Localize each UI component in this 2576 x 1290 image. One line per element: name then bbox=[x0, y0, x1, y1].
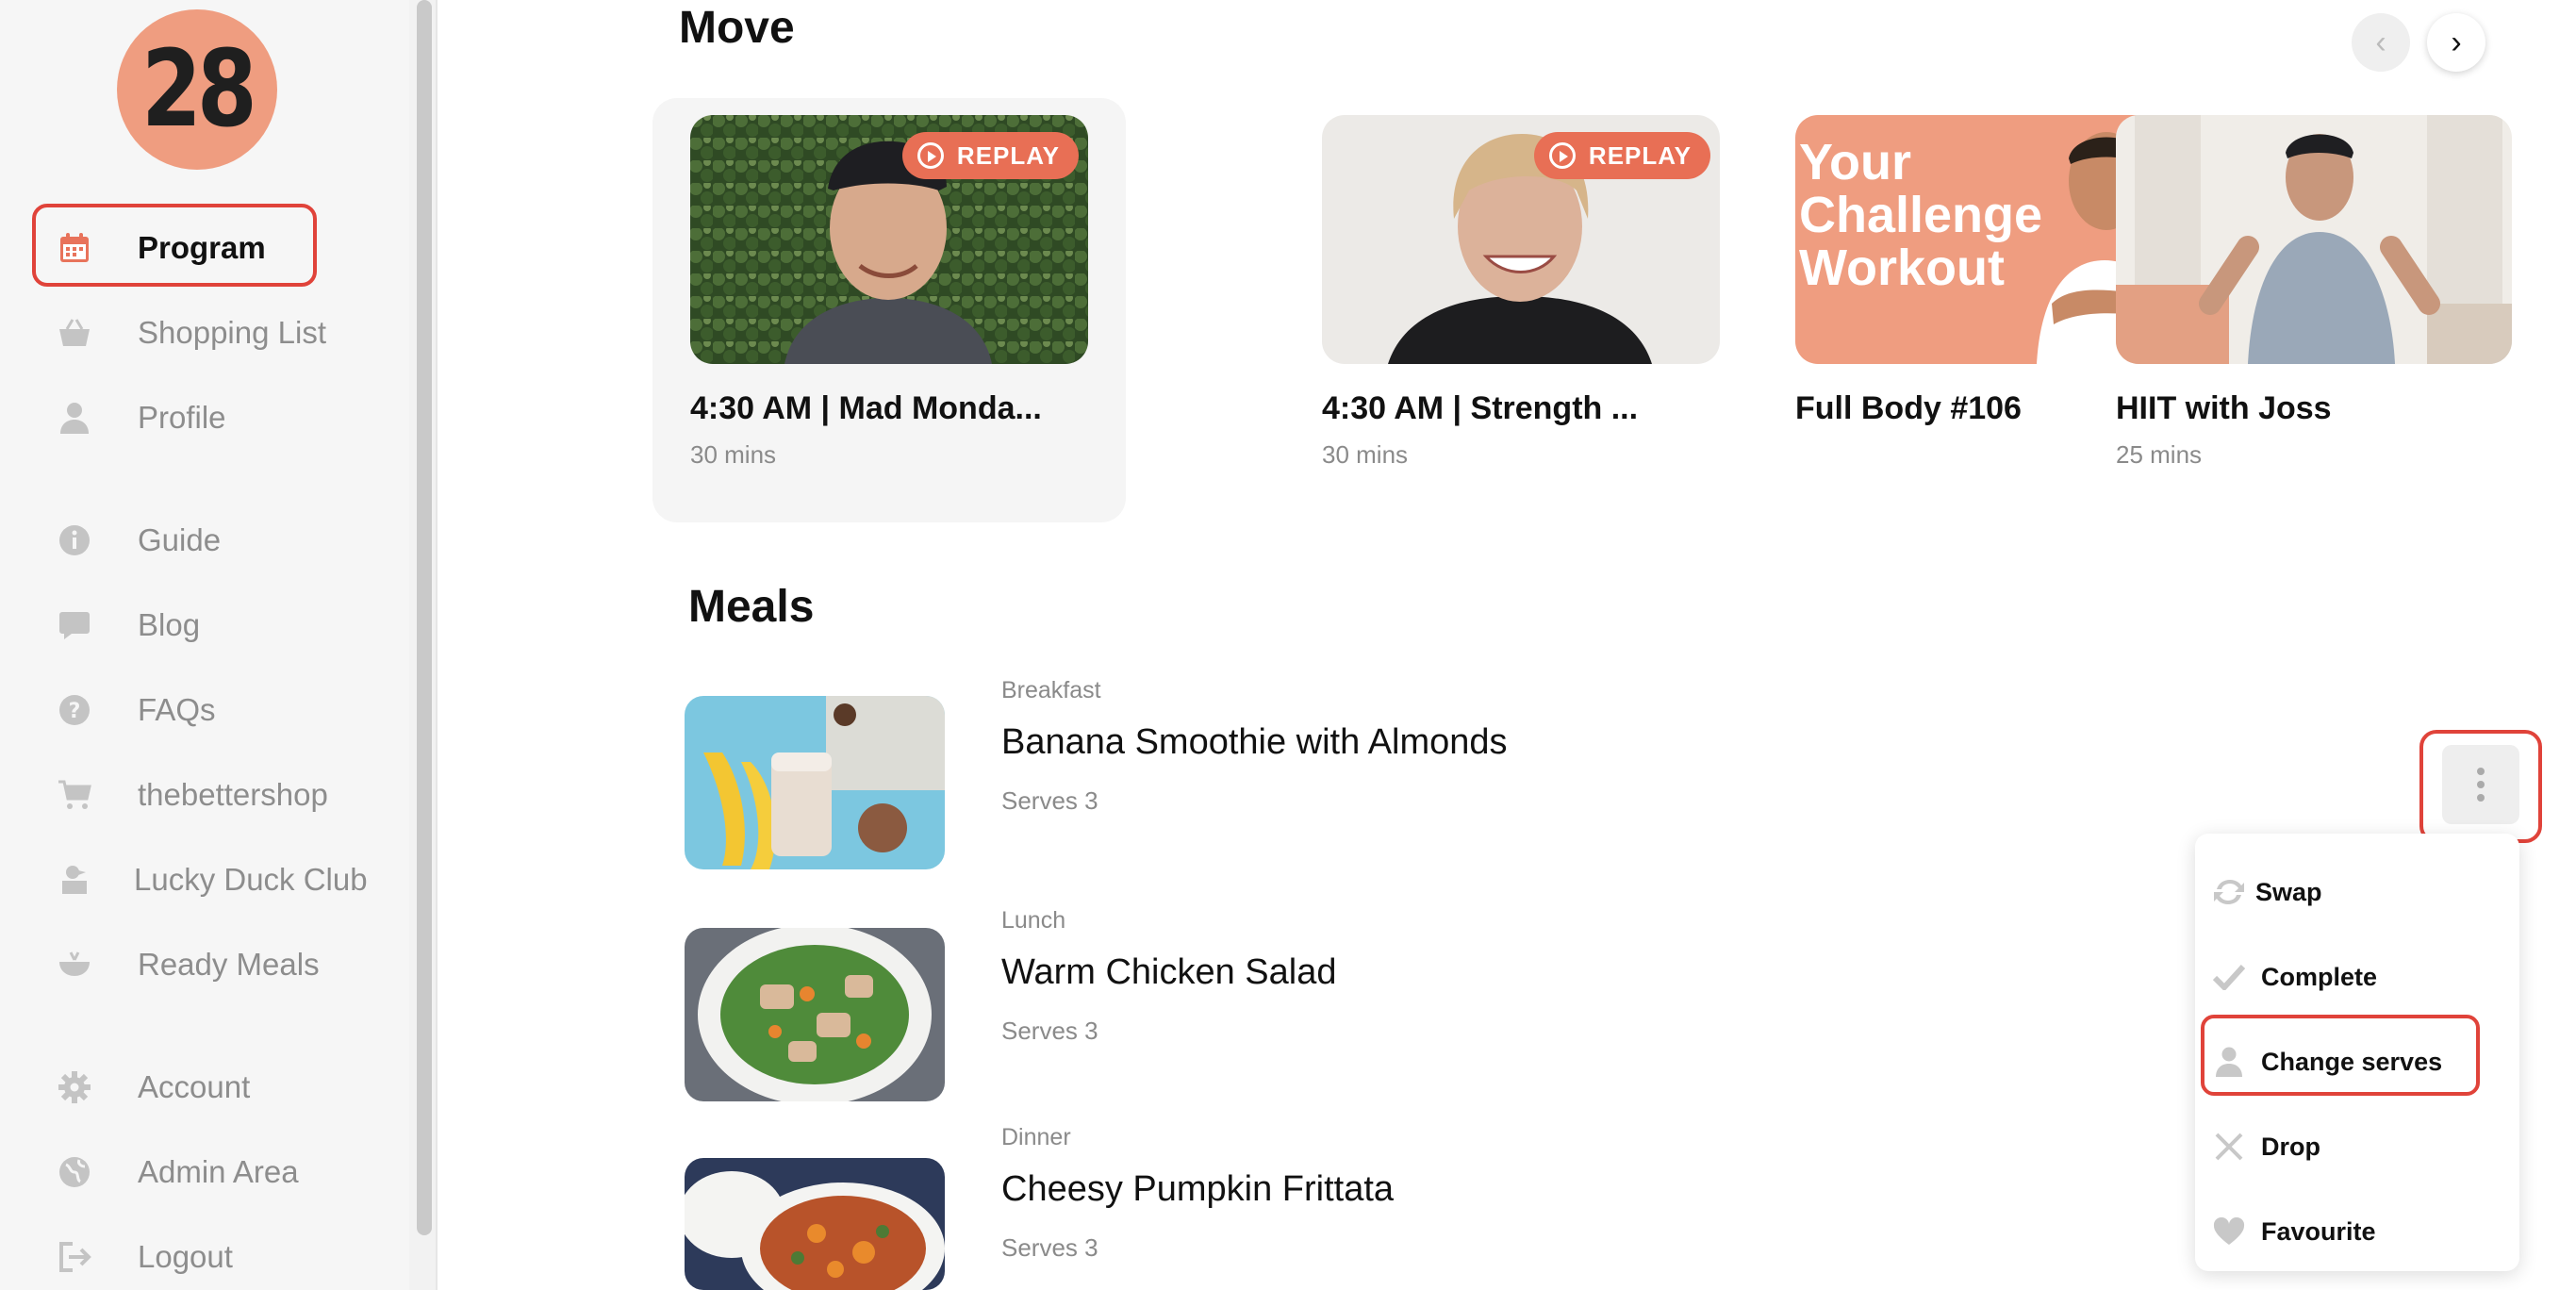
heart-icon bbox=[2212, 1215, 2246, 1249]
meal-name[interactable]: Cheesy Pumpkin Frittata bbox=[1001, 1169, 1394, 1210]
duck-icon bbox=[57, 862, 92, 898]
close-icon bbox=[2212, 1130, 2246, 1164]
workout-title: 4:30 AM | Strength ... bbox=[1322, 390, 1639, 426]
logout-icon bbox=[57, 1239, 92, 1275]
workout-thumbnail: REPLAY bbox=[690, 115, 1088, 364]
menu-item-label: Complete bbox=[2261, 962, 2378, 991]
meal-thumbnail[interactable] bbox=[685, 928, 945, 1101]
menu-item-complete[interactable]: Complete bbox=[2195, 939, 2519, 1015]
sidebar-item-guide[interactable]: Guide bbox=[32, 498, 390, 583]
gear-icon bbox=[57, 1069, 92, 1105]
kebab-dot bbox=[2477, 794, 2485, 802]
sidebar-item-label: Logout bbox=[138, 1239, 233, 1274]
meal-name[interactable]: Warm Chicken Salad bbox=[1001, 952, 1337, 993]
sidebar-item-faqs[interactable]: ? FAQs bbox=[32, 668, 390, 752]
carousel-next-button[interactable]: › bbox=[2427, 13, 2485, 72]
sidebar-item-ready-meals[interactable]: Ready Meals bbox=[32, 922, 390, 1007]
workout-card[interactable]: REPLAY 4:30 AM | Strength ... 30 mins bbox=[1322, 115, 1720, 470]
kebab-dot bbox=[2477, 768, 2485, 775]
workout-duration: 30 mins bbox=[1322, 440, 1409, 469]
sidebar-item-profile[interactable]: Profile bbox=[32, 375, 390, 460]
check-icon bbox=[2212, 960, 2246, 994]
menu-item-label: Favourite bbox=[2261, 1216, 2376, 1246]
sidebar: 28 Program Shopping List Profile Guide B… bbox=[0, 0, 409, 1290]
move-section-title: Move bbox=[679, 3, 795, 53]
workout-title: 4:30 AM | Mad Monda... bbox=[690, 390, 1042, 426]
meal-thumbnail[interactable] bbox=[685, 696, 945, 869]
menu-item-swap[interactable]: Swap bbox=[2195, 854, 2519, 930]
sidebar-item-label: Profile bbox=[138, 400, 226, 435]
question-icon: ? bbox=[57, 692, 92, 728]
chevron-right-icon: › bbox=[2451, 24, 2462, 60]
sidebar-item-label: FAQs bbox=[138, 692, 216, 727]
kebab-dot bbox=[2477, 781, 2485, 788]
logo[interactable]: 28 bbox=[117, 9, 277, 170]
sidebar-item-label: thebettershop bbox=[138, 777, 328, 812]
person-icon bbox=[57, 400, 92, 436]
menu-item-drop[interactable]: Drop bbox=[2195, 1109, 2519, 1184]
sidebar-item-blog[interactable]: Blog bbox=[32, 583, 390, 668]
workout-thumbnail bbox=[2116, 115, 2512, 364]
change-serves-highlight bbox=[2201, 1015, 2480, 1096]
sidebar-item-label: Blog bbox=[138, 607, 201, 642]
sidebar-item-shopping-list[interactable]: Shopping List bbox=[32, 290, 390, 375]
workout-title: HIIT with Joss bbox=[2116, 390, 2332, 426]
cart-icon bbox=[57, 777, 92, 813]
meals-section-title: Meals bbox=[688, 582, 815, 632]
menu-item-label: Swap bbox=[2255, 877, 2322, 906]
workout-duration: 25 mins bbox=[2116, 440, 2203, 469]
workout-duration: 30 mins bbox=[690, 440, 777, 469]
calendar-icon bbox=[57, 230, 92, 266]
sidebar-item-label: Lucky Duck Club bbox=[134, 862, 368, 897]
basket-icon bbox=[57, 315, 92, 351]
meal-thumbnail[interactable] bbox=[685, 1158, 945, 1290]
meal-name[interactable]: Banana Smoothie with Almonds bbox=[1001, 722, 1508, 763]
menu-item-favourite[interactable]: Favourite bbox=[2195, 1194, 2519, 1269]
chevron-left-icon: ‹ bbox=[2375, 24, 2386, 60]
meal-serves: Serves 3 bbox=[1001, 1017, 1098, 1045]
sidebar-item-label: Ready Meals bbox=[138, 947, 320, 982]
meal-type: Breakfast bbox=[1001, 677, 1101, 703]
replay-badge: REPLAY bbox=[1533, 132, 1710, 179]
menu-item-label: Drop bbox=[2261, 1132, 2320, 1161]
challenge-thumbnail-text: Your Challenge Workout bbox=[1799, 134, 2043, 296]
sidebar-item-label: Shopping List bbox=[138, 315, 326, 350]
sidebar-scrollbar-thumb[interactable] bbox=[417, 0, 432, 1235]
meal-serves: Serves 3 bbox=[1001, 786, 1098, 815]
chat-bubble-icon bbox=[57, 607, 92, 643]
globe-icon bbox=[57, 1154, 92, 1190]
meal-type: Dinner bbox=[1001, 1124, 1071, 1150]
workout-card[interactable]: REPLAY 4:30 AM | Mad Monda... 30 mins bbox=[690, 115, 1088, 470]
sidebar-item-admin-area[interactable]: Admin Area bbox=[32, 1130, 390, 1215]
info-icon bbox=[57, 522, 92, 558]
swap-icon bbox=[2212, 875, 2246, 909]
sidebar-item-label: Guide bbox=[138, 522, 222, 557]
replay-badge: REPLAY bbox=[901, 132, 1079, 179]
replay-icon bbox=[1548, 142, 1576, 169]
sidebar-item-logout[interactable]: Logout bbox=[32, 1215, 390, 1290]
workout-thumbnail: REPLAY bbox=[1322, 115, 1720, 364]
meal-serves: Serves 3 bbox=[1001, 1233, 1098, 1262]
workout-card[interactable]: HIIT with Joss 25 mins bbox=[2116, 115, 2514, 470]
svg-text:?: ? bbox=[69, 700, 81, 723]
sidebar-item-thebettershop[interactable]: thebettershop bbox=[32, 752, 390, 837]
replay-icon bbox=[916, 142, 944, 169]
sidebar-item-label: Account bbox=[138, 1069, 251, 1104]
sidebar-item-lucky-duck-club[interactable]: Lucky Duck Club bbox=[32, 837, 390, 922]
sidebar-item-account[interactable]: Account bbox=[32, 1045, 390, 1130]
sidebar-item-label: Program bbox=[138, 230, 266, 265]
sidebar-item-label: Admin Area bbox=[138, 1154, 299, 1189]
sidebar-item-program[interactable]: Program bbox=[32, 206, 390, 290]
meal-options-button[interactable] bbox=[2442, 745, 2519, 824]
carousel-prev-button[interactable]: ‹ bbox=[2352, 13, 2410, 72]
meal-type: Lunch bbox=[1001, 907, 1066, 934]
bowl-icon bbox=[57, 947, 92, 983]
